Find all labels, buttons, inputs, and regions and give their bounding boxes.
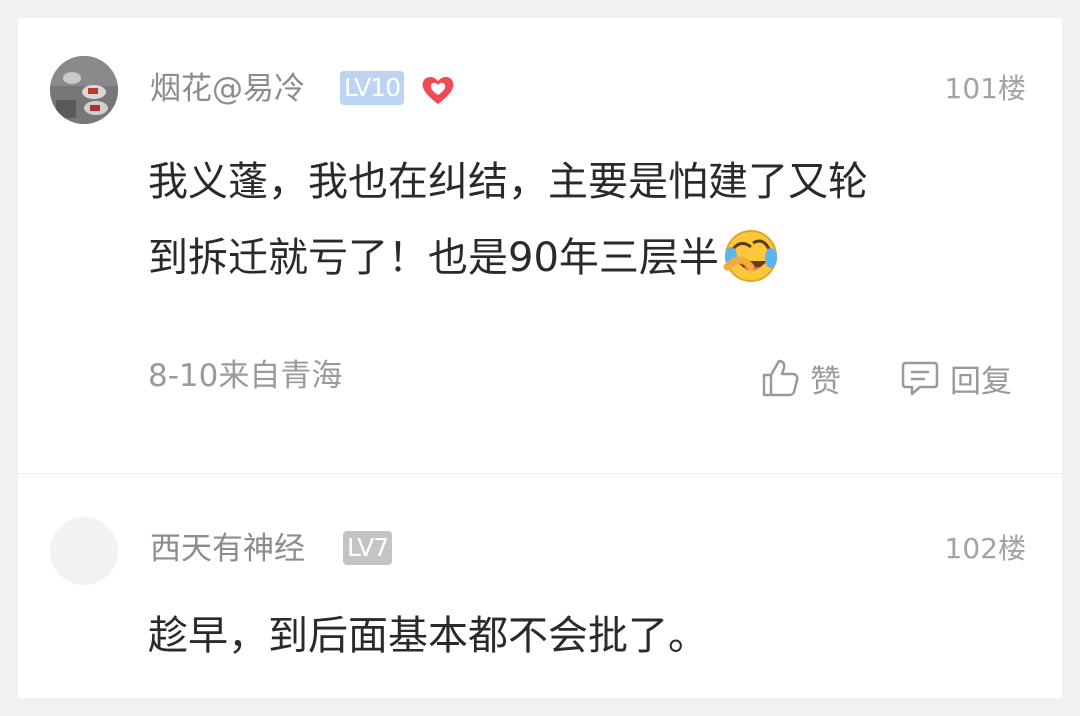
comment-meta: 8-10来自青海 <box>148 358 343 394</box>
heart-badge-icon <box>420 73 456 107</box>
floor-number: 102楼 <box>944 532 1026 565</box>
comment-bubble-icon <box>901 361 939 396</box>
reply-label: 回复 <box>950 363 1012 400</box>
avatar[interactable] <box>50 517 118 585</box>
laughing-crying-emoji-icon <box>723 227 779 283</box>
like-button[interactable]: 赞 <box>760 356 841 400</box>
comment-text-line: 我义蓬，我也在纠结，主要是怕建了又轮 <box>148 159 868 205</box>
comment-text-line-wrap: 到拆迁就亏了！也是90年三层半 <box>148 220 1028 296</box>
username[interactable]: 西天有神经 <box>150 529 305 569</box>
reply-button[interactable]: 回复 <box>900 356 1012 400</box>
comment-text-line: 到拆迁就亏了！也是90年三层半 <box>148 235 719 281</box>
level-badge: LV10 <box>340 71 405 105</box>
comment-text-line: 趁早，到后面基本都不会批了。 <box>148 613 708 659</box>
level-badge: LV7 <box>343 531 393 565</box>
thumbs-up-icon <box>762 359 799 397</box>
comment-item: 烟花@易冷 LV10 101楼 我义蓬，我也在纠结，主要是怕建了又轮 到拆迁就亏… <box>18 18 1062 473</box>
comment-list: 烟花@易冷 LV10 101楼 我义蓬，我也在纠结，主要是怕建了又轮 到拆迁就亏… <box>18 18 1062 698</box>
comment-content: 我义蓬，我也在纠结，主要是怕建了又轮 到拆迁就亏了！也是90年三层半 <box>148 144 1028 296</box>
username[interactable]: 烟花@易冷 <box>150 69 305 109</box>
avatar[interactable] <box>50 56 118 124</box>
comment-content: 趁早，到后面基本都不会批了。 <box>148 598 1028 674</box>
like-label: 赞 <box>810 363 841 400</box>
comment-item: 西天有神经 LV7 102楼 趁早，到后面基本都不会批了。 <box>18 474 1062 698</box>
floor-number: 101楼 <box>944 72 1026 105</box>
